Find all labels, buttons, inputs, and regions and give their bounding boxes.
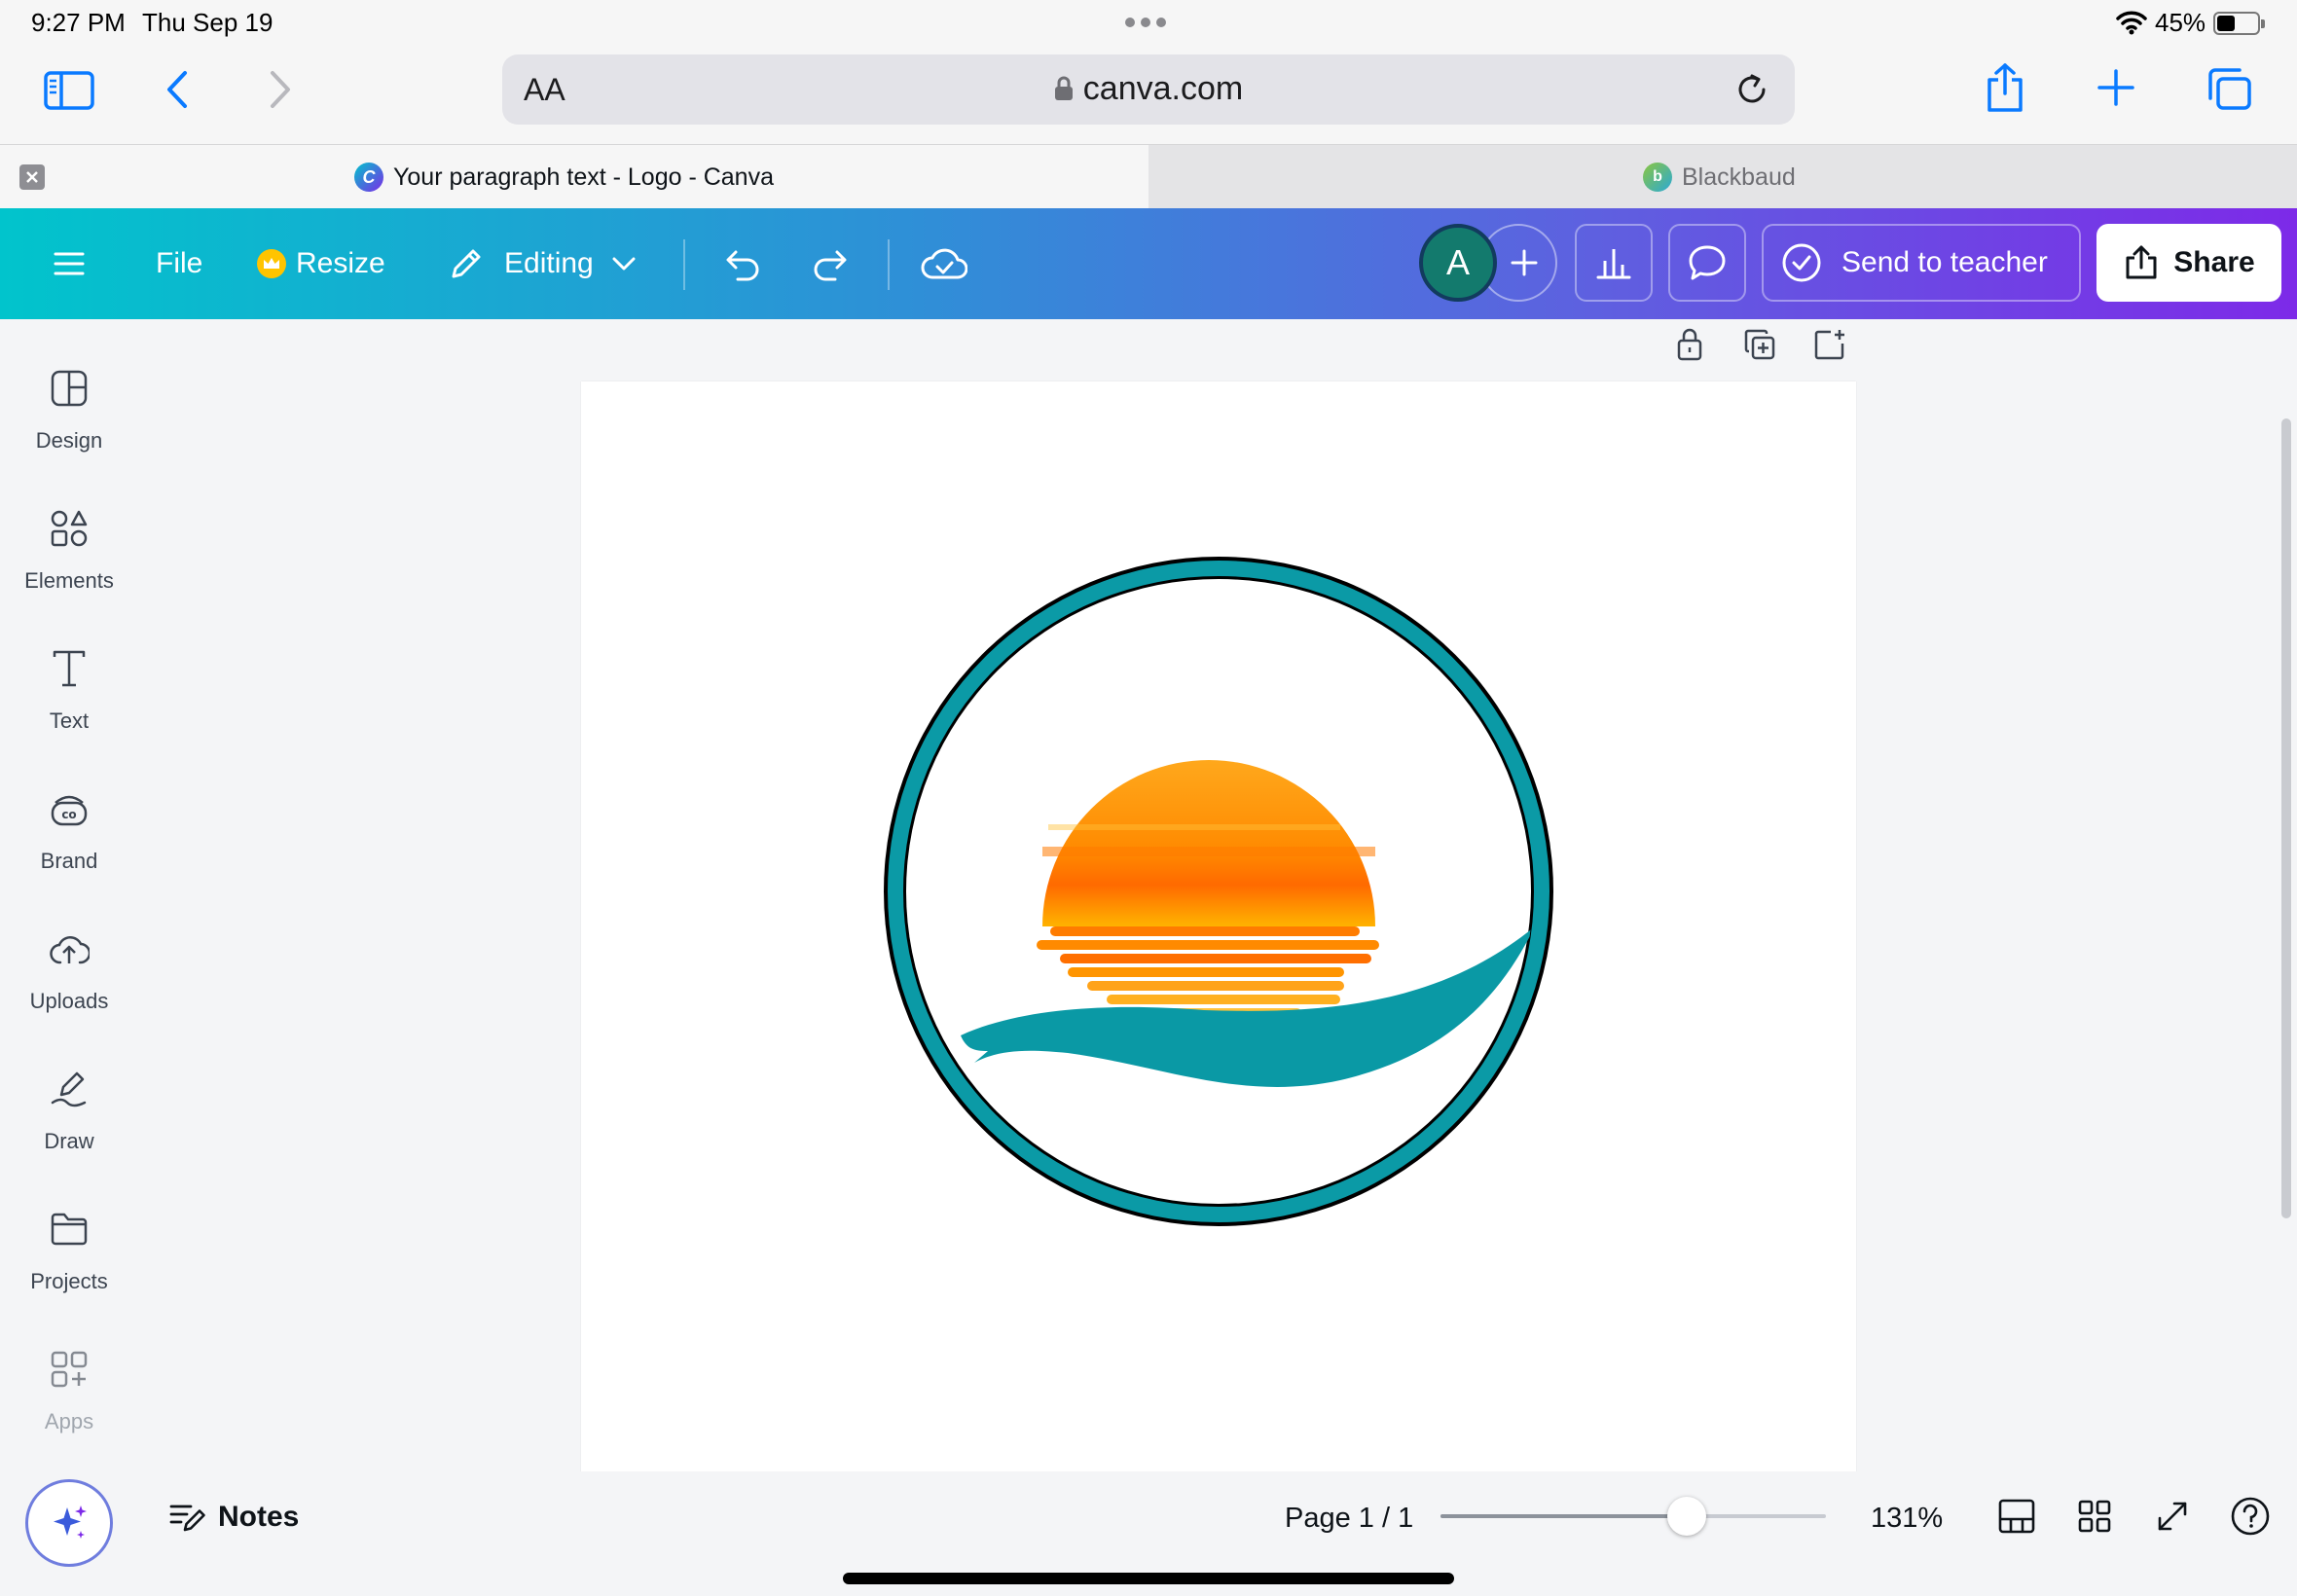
editing-label: Editing — [504, 247, 594, 279]
help-icon[interactable] — [2229, 1495, 2272, 1538]
sidebar-item-label: Draw — [44, 1129, 94, 1153]
share-label: Share — [2173, 246, 2255, 278]
vertical-scrollbar[interactable] — [2281, 418, 2291, 1218]
notes-label: Notes — [218, 1501, 300, 1533]
forward-icon[interactable] — [265, 66, 296, 113]
sparkle-icon — [54, 1505, 87, 1539]
address-bar[interactable]: AA canva.com — [502, 54, 1795, 125]
sidebar-item-label: Uploads — [29, 989, 109, 1013]
reload-icon[interactable] — [1734, 72, 1769, 107]
lock-page-icon[interactable] — [1670, 325, 1709, 364]
sunset-logo[interactable] — [581, 381, 1856, 1471]
plus-icon — [1511, 249, 1538, 276]
zoom-level[interactable]: 131% — [1871, 1503, 1943, 1535]
page-view-icon[interactable] — [1995, 1495, 2038, 1538]
bar-chart-icon — [1596, 249, 1631, 279]
canva-header: File Resize Editing A Send to teacher Sh… — [0, 208, 2297, 319]
pencil-icon — [452, 249, 481, 278]
lock-icon — [1054, 76, 1073, 100]
sidebar-item-draw[interactable]: Draw — [0, 1063, 138, 1179]
sidebar-item-elements[interactable]: Elements — [0, 502, 138, 619]
sidebar-item-brand[interactable]: co Brand — [0, 782, 138, 899]
sidebar-item-projects[interactable]: Projects — [0, 1203, 138, 1320]
new-tab-icon[interactable] — [2096, 68, 2135, 107]
blackbaud-favicon-icon: b — [1643, 163, 1672, 192]
redo-icon[interactable] — [810, 208, 853, 319]
tab-bar: C Your paragraph text - Logo - Canva b B… — [0, 144, 2297, 209]
chevron-down-icon — [612, 257, 636, 271]
sidebar-item-label: Elements — [24, 568, 114, 593]
insights-button[interactable] — [1575, 224, 1653, 302]
svg-text:co: co — [61, 808, 76, 821]
crown-icon — [257, 249, 286, 278]
fullscreen-icon[interactable] — [2151, 1495, 2194, 1538]
undo-icon[interactable] — [720, 208, 763, 319]
close-tab-icon[interactable] — [19, 164, 45, 190]
add-page-icon[interactable] — [1810, 325, 1849, 364]
share-button[interactable]: Share — [2096, 224, 2281, 302]
home-indicator[interactable] — [843, 1573, 1454, 1584]
zoom-slider-fill — [1440, 1514, 1688, 1518]
comment-icon — [1689, 245, 1726, 280]
sidebar-item-text[interactable]: Text — [0, 642, 138, 759]
notes-button[interactable]: Notes — [169, 1501, 299, 1534]
upload-icon — [2126, 245, 2157, 279]
share-sheet-icon[interactable] — [1982, 60, 2028, 115]
wifi-icon — [2116, 10, 2147, 35]
uploads-icon — [49, 923, 90, 975]
design-page[interactable] — [581, 381, 1856, 1471]
file-menu-button[interactable]: File — [156, 208, 202, 319]
grid-view-icon[interactable] — [2073, 1495, 2116, 1538]
multitasking-dots-icon[interactable] — [1125, 18, 1166, 27]
tab-overview-icon[interactable] — [2206, 66, 2254, 113]
projects-icon — [50, 1203, 89, 1255]
text-icon — [52, 642, 87, 695]
status-date: Thu Sep 19 — [142, 8, 273, 37]
page-indicator[interactable]: Page 1 / 1 — [1285, 1503, 1413, 1535]
battery-icon — [2213, 12, 2265, 35]
design-icon — [50, 362, 89, 415]
sidebar-item-label: Text — [49, 708, 90, 733]
browser-toolbar: AA canva.com — [0, 45, 2297, 144]
sidebar-item-label: Brand — [40, 849, 98, 873]
tab-title-blackbaud: Blackbaud — [1682, 163, 1796, 191]
menu-icon[interactable] — [53, 208, 86, 319]
editing-mode-dropdown[interactable]: Editing — [448, 208, 637, 319]
tab-canva[interactable]: C Your paragraph text - Logo - Canva — [0, 145, 1148, 209]
resize-label: Resize — [296, 247, 385, 279]
notes-icon — [169, 1505, 205, 1532]
send-to-teacher-button[interactable]: Send to teacher — [1762, 224, 2081, 302]
back-icon[interactable] — [162, 66, 193, 113]
sidebar-item-design[interactable]: Design — [0, 362, 138, 479]
status-bar: 9:27 PM Thu Sep 19 45% — [0, 0, 2297, 45]
sidebar-item-label: Design — [35, 428, 103, 453]
avatar[interactable]: A — [1419, 224, 1497, 302]
magic-assistant-button[interactable] — [25, 1479, 113, 1567]
check-circle-icon — [1782, 243, 1821, 282]
resize-button[interactable]: Resize — [257, 208, 385, 319]
canvas-workspace — [138, 319, 2279, 1471]
sidebar-item-label: Projects — [30, 1269, 108, 1293]
battery-percent: 45% — [2155, 8, 2206, 37]
sidebar-item-apps[interactable]: Apps — [0, 1343, 138, 1460]
sidebar-item-uploads[interactable]: Uploads — [0, 923, 138, 1039]
url-text: canva.com — [1082, 70, 1244, 107]
sidebar-item-label: Apps — [44, 1409, 94, 1433]
tab-title-canva: Your paragraph text - Logo - Canva — [393, 163, 774, 191]
tab-blackbaud[interactable]: b Blackbaud — [1643, 163, 1796, 192]
cloud-saved-icon[interactable] — [921, 208, 967, 319]
status-time: 9:27 PM — [31, 8, 126, 37]
apps-icon — [50, 1343, 89, 1396]
editor-sidebar: Design Elements Text co Brand Uploads Dr… — [0, 319, 138, 1471]
comment-button[interactable] — [1668, 224, 1746, 302]
sidebar-toggle-icon[interactable] — [43, 68, 95, 113]
send-to-teacher-label: Send to teacher — [1841, 246, 2048, 278]
draw-icon — [50, 1063, 89, 1115]
duplicate-page-icon[interactable] — [1740, 325, 1779, 364]
canva-favicon-icon: C — [354, 163, 383, 192]
zoom-slider[interactable] — [1440, 1497, 1826, 1536]
elements-icon — [50, 502, 89, 555]
brand-icon: co — [50, 782, 89, 835]
zoom-slider-handle[interactable] — [1667, 1497, 1707, 1536]
